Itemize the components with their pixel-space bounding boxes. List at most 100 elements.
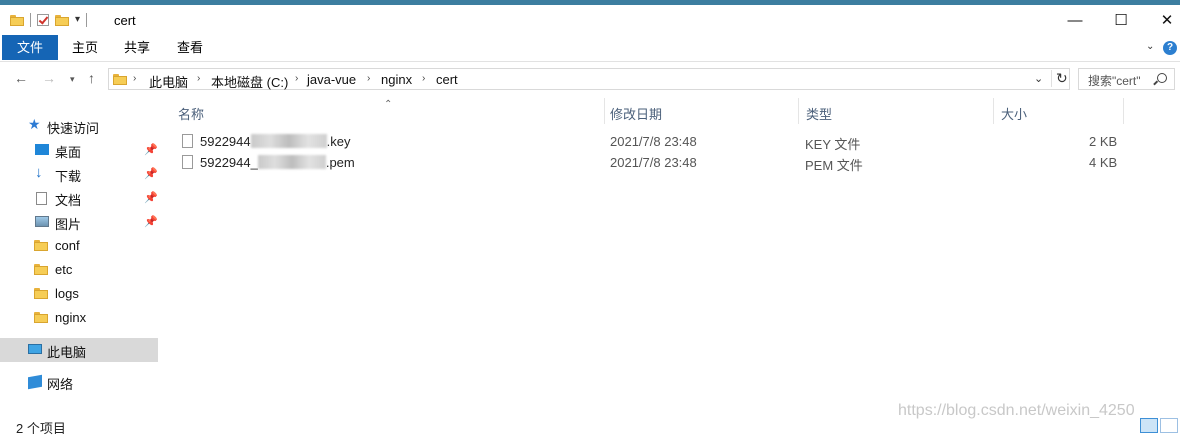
back-arrow-icon[interactable]: ← (14, 70, 28, 86)
folder-icon (34, 288, 48, 299)
breadcrumb-this-pc[interactable]: 此电脑 (149, 72, 188, 91)
breadcrumb-separator-icon[interactable]: › (422, 73, 425, 84)
tab-file[interactable]: 文件 (2, 35, 58, 60)
folder-icon (10, 14, 24, 26)
star-icon: ★ (28, 116, 41, 132)
file-name-end: .pem (325, 155, 355, 170)
address-bar[interactable]: › 此电脑 › 本地磁盘 (C:) › java-vue › nginx › c… (108, 68, 1070, 90)
nav-item-label: nginx (55, 310, 87, 325)
nav-this-pc[interactable]: 此电脑 (0, 338, 158, 362)
file-icon (182, 134, 193, 148)
search-icon (1157, 73, 1167, 83)
pin-icon[interactable]: 📌 (144, 167, 158, 180)
nav-item-documents[interactable]: 文档 📌 (0, 186, 158, 210)
new-folder-icon[interactable] (55, 14, 69, 26)
quick-access-toolbar: ▾ (10, 12, 88, 28)
window-title: cert (114, 13, 136, 28)
close-icon: ✕ (1160, 12, 1174, 29)
tab-home[interactable]: 主页 (60, 35, 110, 60)
breadcrumb-separator-icon[interactable]: › (133, 73, 136, 84)
toolbar-divider (30, 13, 31, 27)
large-icons-view-button[interactable] (1160, 418, 1178, 433)
tab-view[interactable]: 查看 (164, 35, 216, 60)
file-type: KEY 文件 (805, 137, 861, 152)
breadcrumb-separator-icon[interactable]: › (367, 73, 370, 84)
file-row[interactable]: 5922944 .key 2021/7/8 23:48 KEY 文件 2 KB (178, 132, 1158, 153)
nav-network[interactable]: 网络 (0, 370, 158, 394)
column-header-label: 名称 (178, 107, 205, 122)
folder-icon (34, 264, 48, 275)
column-header-label: 类型 (806, 107, 833, 122)
nav-item-pictures[interactable]: 图片 📌 (0, 210, 158, 234)
file-name-end: .key (326, 134, 351, 149)
pin-icon[interactable]: 📌 (144, 191, 158, 204)
file-name: 5922944_ .pem (200, 155, 355, 170)
tab-share[interactable]: 共享 (112, 35, 162, 60)
forward-arrow-icon[interactable]: → (42, 70, 56, 86)
properties-icon[interactable] (37, 14, 49, 26)
navigation-pane: ★ 快速访问 桌面 📌 ↓ 下载 📌 文档 📌 图片 📌 conf etc lo… (0, 96, 160, 406)
expand-ribbon-chevron-icon[interactable]: ⌄ (1146, 41, 1154, 52)
file-size: 2 KB (1089, 134, 1118, 149)
breadcrumb-separator-icon[interactable]: › (295, 73, 298, 84)
breadcrumb-nginx[interactable]: nginx (381, 72, 412, 87)
breadcrumb-java-vue[interactable]: java-vue (307, 72, 356, 87)
address-history-chevron-icon[interactable]: ⌄ (1034, 72, 1043, 85)
file-date: 2021/7/8 23:48 (610, 134, 697, 149)
refresh-icon[interactable]: ↻ (1051, 70, 1068, 87)
file-list: ⌃ 名称 修改日期 类型 大小 5922944 .key 2021/7/8 23:… (170, 96, 1180, 406)
help-icon[interactable]: ? (1163, 41, 1177, 55)
file-name: 5922944 .key (200, 134, 350, 149)
file-row[interactable]: 5922944_ .pem 2021/7/8 23:48 PEM 文件 4 KB (178, 153, 1158, 174)
nav-item-label: etc (55, 262, 73, 277)
nav-item-label: 桌面 (55, 145, 82, 160)
details-view-button[interactable] (1140, 418, 1158, 433)
column-header-date[interactable]: 修改日期 (604, 101, 798, 125)
column-header-type[interactable]: 类型 (798, 101, 993, 125)
search-input[interactable]: 搜索"cert" (1088, 72, 1141, 89)
download-arrow-icon: ↓ (35, 164, 43, 181)
maximize-button[interactable]: ☐ (1098, 5, 1144, 35)
close-button[interactable]: ✕ (1144, 5, 1180, 35)
computer-icon (28, 344, 42, 354)
item-count: 2 个项目 (16, 421, 66, 436)
pictures-icon (35, 216, 49, 227)
folder-icon (113, 74, 127, 85)
customize-toolbar-chevron-icon[interactable]: ▾ (75, 15, 80, 25)
folder-icon (34, 240, 48, 251)
search-box[interactable]: 搜索"cert" (1078, 68, 1175, 90)
nav-quick-access[interactable]: ★ 快速访问 (0, 114, 158, 138)
nav-item-etc[interactable]: etc (0, 258, 158, 282)
file-icon (182, 155, 193, 169)
nav-item-logs[interactable]: logs (0, 282, 158, 306)
nav-item-conf[interactable]: conf (0, 234, 158, 258)
up-arrow-icon[interactable]: ↑ (88, 70, 95, 86)
navigation-bar: ← → ▾ ↑ › 此电脑 › 本地磁盘 (C:) › java-vue › n… (0, 62, 1180, 96)
watermark: https://blog.csdn.net/weixin_4250 (898, 402, 1135, 419)
redacted-region (250, 134, 327, 148)
nav-item-label: logs (55, 286, 79, 301)
nav-item-downloads[interactable]: ↓ 下载 📌 (0, 162, 158, 186)
nav-item-nginx[interactable]: nginx (0, 306, 158, 330)
column-divider[interactable] (1123, 98, 1124, 124)
nav-item-label: 图片 (55, 217, 82, 232)
column-header-label: 大小 (1001, 107, 1028, 122)
recent-locations-chevron-icon[interactable]: ▾ (70, 74, 75, 85)
file-date: 2021/7/8 23:48 (610, 155, 697, 170)
minimize-icon: — (1067, 11, 1083, 29)
column-header-name[interactable]: ⌃ 名称 (170, 99, 604, 125)
breadcrumb-separator-icon[interactable]: › (197, 73, 200, 84)
breadcrumb-local-disk[interactable]: 本地磁盘 (C:) (211, 72, 288, 91)
nav-item-label: 下载 (55, 169, 82, 184)
minimize-button[interactable]: — (1052, 5, 1098, 35)
nav-item-desktop[interactable]: 桌面 📌 (0, 138, 158, 162)
network-icon (28, 374, 42, 390)
pin-icon[interactable]: 📌 (144, 143, 158, 156)
nav-item-label: 文档 (55, 193, 82, 208)
pin-icon[interactable]: 📌 (144, 215, 158, 228)
nav-quick-access-label: 快速访问 (47, 121, 100, 136)
breadcrumb-cert[interactable]: cert (436, 72, 458, 87)
file-size: 4 KB (1089, 155, 1118, 170)
file-name-start: 5922944 (200, 134, 251, 149)
column-header-size[interactable]: 大小 (993, 101, 1123, 125)
